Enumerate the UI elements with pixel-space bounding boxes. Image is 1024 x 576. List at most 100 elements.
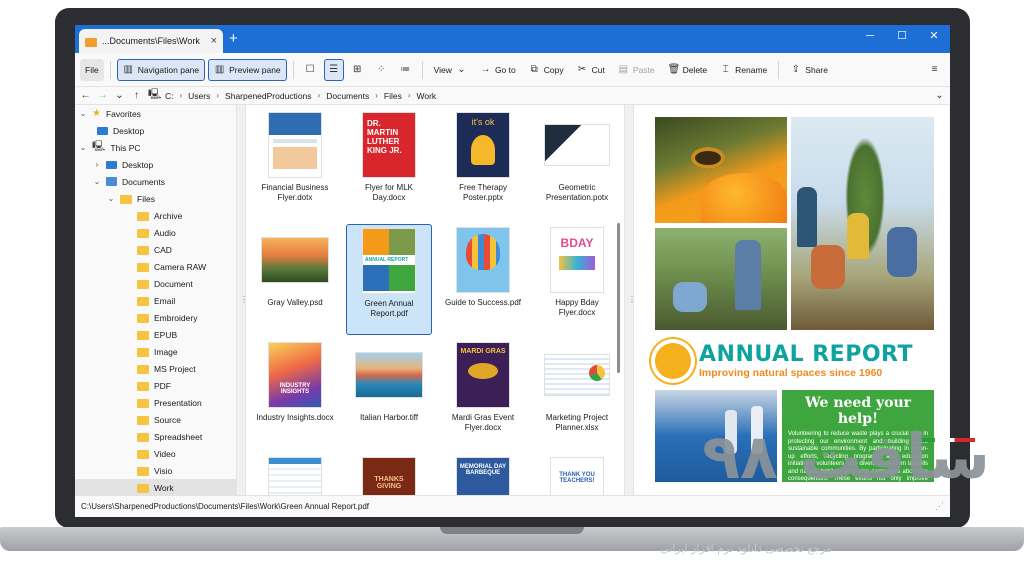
rename-label: Rename [735,64,768,75]
nav-folder-camera-raw[interactable]: Camera RAW [75,258,236,275]
go-to-button[interactable]: → Go to [475,59,521,81]
nav-favorites-desktop[interactable]: Desktop [75,122,236,139]
new-tab-button[interactable]: + [229,30,238,47]
nav-folder-pdf[interactable]: PDF [75,377,236,394]
file-item[interactable]: THANKS GIVING [346,454,432,495]
breadcrumb-item[interactable]: Documents [326,91,369,101]
address-dropdown-icon[interactable]: ⌄ [934,90,945,101]
view-menu-button[interactable]: View ⌄ [429,59,472,81]
nav-desktop[interactable]: › Desktop [75,156,236,173]
more-menu-button[interactable]: ≡ [924,59,945,81]
nav-label: Spreadsheet [154,431,203,442]
breadcrumb-item[interactable]: Users [188,91,210,101]
minimize-button[interactable]: ─ [854,25,886,47]
file-item[interactable]: MARDI GRAS Mardi Gras Event Flyer.docx [440,339,526,450]
nav-folder-email[interactable]: Email [75,292,236,309]
up-arrow-icon[interactable]: ↑ [131,90,142,101]
file-item[interactable]: Guide to Success.pdf [440,224,526,335]
nav-folder-visio[interactable]: Visio [75,462,236,479]
file-item[interactable]: Geometric Presentation.potx [534,109,620,220]
maximize-button[interactable]: ☐ [886,25,918,47]
paste-button[interactable]: ▤ Paste [613,59,660,81]
nav-folder-archive[interactable]: Archive [75,207,236,224]
navigation-pane-button[interactable]: ▥ Navigation pane [116,58,206,81]
rename-button[interactable]: ⌶ Rename [715,59,772,81]
nav-folder-source[interactable]: Source [75,411,236,428]
file-item[interactable]: BDAY Happy Bday Flyer.docx [534,224,620,335]
breadcrumb-item[interactable]: SharpenedProductions [225,91,311,101]
file-item[interactable]: ANNUAL REPORT Green Annual Report.pdf [346,224,432,335]
folder-icon [120,195,132,204]
nav-folder-spreadsheet[interactable]: Spreadsheet [75,428,236,445]
folder-icon [137,484,149,493]
file-item[interactable]: MEMORIAL DAY BARBEQUE [440,454,526,495]
share-button[interactable]: ⇪ Share [785,59,833,81]
nav-documents[interactable]: ⌄ Documents [75,173,236,190]
grid-icon: ⊞ [352,64,362,75]
chevron-right-icon[interactable]: › [375,91,378,100]
nav-folder-video[interactable]: Video [75,445,236,462]
file-item[interactable]: Marketing Project Planner.xlsx [534,339,620,450]
nav-folder-document[interactable]: Document [75,275,236,292]
breadcrumb-item[interactable]: Files [384,91,402,101]
nav-folder-embroidery[interactable]: Embroidery [75,309,236,326]
nav-folder-work[interactable]: Work [75,479,236,495]
chevron-right-icon[interactable]: › [408,91,411,100]
file-item[interactable]: DR. MARTIN LUTHER KING JR. Flyer for MLK … [346,109,432,220]
chevron-down-icon[interactable]: ⌄ [79,109,87,118]
person-shape [847,213,869,259]
history-chevron-icon[interactable]: ⌄ [114,90,125,101]
file-item[interactable]: Gray Valley.psd [252,224,338,335]
view-grid-button[interactable]: ⊞ [347,59,368,81]
nav-folder-audio[interactable]: Audio [75,224,236,241]
nav-label: This PC [110,142,141,153]
file-item[interactable]: Financial Business Flyer.dotx [252,109,338,220]
close-tab-icon[interactable]: × [211,35,217,47]
preview-pane-button[interactable]: ▥ Preview pane [208,58,287,81]
pane-splitter[interactable]: ⋮ [624,105,636,495]
view-small-grid-button[interactable]: ⁘ [371,59,392,81]
chevron-right-icon[interactable]: › [180,91,183,100]
breadcrumb-item[interactable]: C: [165,91,174,101]
forward-arrow-icon[interactable]: → [97,90,108,101]
nav-label: Archive [154,210,183,221]
folder-icon [137,297,149,306]
chevron-right-icon[interactable]: › [216,91,219,100]
nav-folder-epub[interactable]: EPUB [75,326,236,343]
file-item[interactable]: it's ok Free Therapy Poster.pptx [440,109,526,220]
file-menu-button[interactable]: File [80,58,104,81]
nav-folder-image[interactable]: Image [75,343,236,360]
nav-favorites[interactable]: ⌄ ★ Favorites [75,105,236,122]
person-shape [797,187,817,247]
nav-folder-cad[interactable]: CAD [75,241,236,258]
pane-right-icon: ▥ [214,64,225,75]
nav-folder-presentation[interactable]: Presentation [75,394,236,411]
nav-label: Favorites [105,108,141,119]
view-list-button[interactable]: ☰ [323,58,344,81]
view-details-button[interactable]: ☐ [300,59,321,81]
chevron-right-icon[interactable]: › [93,160,101,169]
chevron-down-icon[interactable]: ⌄ [107,194,115,203]
tab-work[interactable]: ...Documents\Files\Work × [79,29,223,53]
pane-splitter[interactable]: ⋮ [236,105,248,495]
breadcrumb-item[interactable]: Work [417,91,437,101]
copy-button[interactable]: ⧉ Copy [524,59,569,81]
content-scrollbar[interactable] [617,223,620,373]
file-item[interactable] [252,454,338,495]
chevron-down-icon[interactable]: ⌄ [93,177,101,186]
main-area: ⌄ ★ Favorites Desktop ⌄ 🖳 This PC › Desktop ⌄… [75,105,950,495]
cut-button[interactable]: ✂ Cut [572,59,610,81]
chevron-down-icon[interactable]: ⌄ [79,143,87,152]
resize-grip-icon[interactable]: ⋰ [935,501,944,512]
close-window-button[interactable]: ✕ [918,25,950,47]
nav-folder-ms-project[interactable]: MS Project [75,360,236,377]
chevron-right-icon[interactable]: › [318,91,321,100]
file-item[interactable]: Italian Harbor.tiff [346,339,432,450]
back-arrow-icon[interactable]: ← [80,90,91,101]
file-item[interactable]: INDUSTRY INSIGHTS Industry Insights.docx [252,339,338,450]
view-tiles-button[interactable]: ≔ [395,59,416,81]
nav-this-pc[interactable]: ⌄ 🖳 This PC [75,139,236,156]
nav-files[interactable]: ⌄ Files [75,190,236,207]
delete-button[interactable]: 🗑 Delete [663,59,713,81]
file-item[interactable]: THANK YOU TEACHERS! [534,454,620,495]
